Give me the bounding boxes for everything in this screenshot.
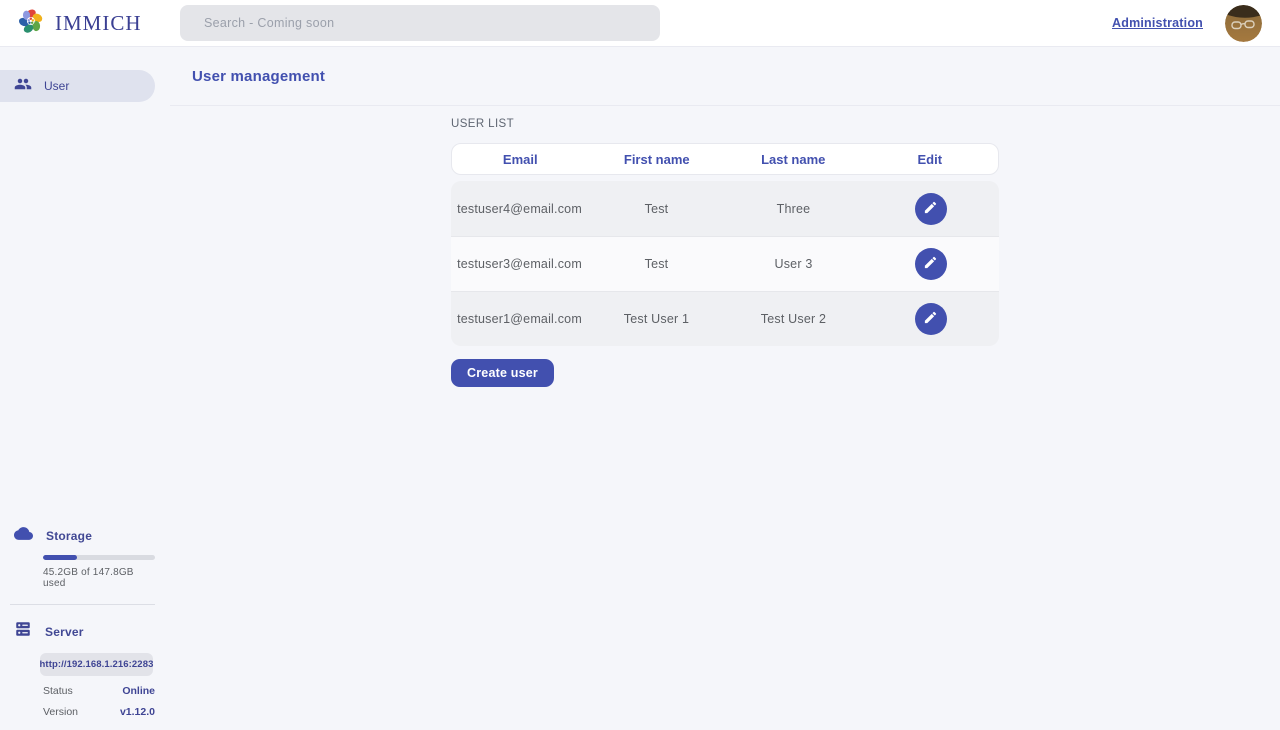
storage-title: Storage — [46, 529, 92, 543]
storage-progress-fill — [43, 555, 77, 560]
pencil-icon — [923, 200, 938, 218]
column-header-first-name: First name — [589, 152, 726, 167]
column-header-last-name: Last name — [725, 152, 862, 167]
pencil-icon — [923, 310, 938, 328]
edit-user-button[interactable] — [915, 193, 947, 225]
users-group-icon — [14, 75, 32, 98]
page-title-bar: User management — [170, 47, 1280, 106]
cell-email: testuser1@email.com — [451, 312, 588, 326]
user-table-header: Email First name Last name Edit — [451, 143, 999, 175]
pencil-icon — [923, 255, 938, 273]
edit-user-button[interactable] — [915, 248, 947, 280]
cell-last-name: User 3 — [725, 257, 862, 271]
server-status-label: Status — [43, 685, 73, 697]
column-header-email: Email — [452, 152, 589, 167]
table-row: testuser4@email.com Test Three — [451, 181, 999, 236]
server-version-label: Version — [43, 706, 78, 718]
main-panel: User management USER LIST Email First na… — [170, 47, 1280, 730]
sidebar-item-user[interactable]: User — [0, 70, 155, 102]
server-version-row: Version v1.12.0 — [43, 706, 155, 718]
cloud-icon — [14, 524, 33, 548]
top-right-actions: Administration — [1112, 5, 1264, 42]
server-status-value: Online — [122, 685, 155, 697]
immich-admin-app: IMMICH Administration — [0, 0, 1280, 730]
cell-last-name: Test User 2 — [725, 312, 862, 326]
column-header-edit: Edit — [862, 152, 999, 167]
brand: IMMICH — [16, 6, 180, 41]
server-dns-icon — [14, 620, 32, 643]
sidebar: User Storage 45.2GB of 147.8GB used — [0, 47, 170, 730]
edit-user-button[interactable] — [915, 303, 947, 335]
section-label: USER LIST — [451, 118, 999, 130]
cell-email: testuser3@email.com — [451, 257, 588, 271]
server-url-badge: http://192.168.1.216:2283 — [40, 653, 153, 676]
storage-section-header: Storage — [0, 524, 155, 548]
user-table-body: testuser4@email.com Test Three — [451, 181, 999, 346]
user-list-section: USER LIST Email First name Last name Edi… — [451, 106, 999, 387]
storage-progress-bar — [43, 555, 155, 560]
server-status-row: Status Online — [43, 685, 155, 697]
page-title: User management — [192, 68, 325, 85]
table-row: testuser3@email.com Test User 3 — [451, 236, 999, 291]
search-bar — [180, 5, 660, 41]
server-version-value: v1.12.0 — [120, 706, 155, 718]
cell-email: testuser4@email.com — [451, 202, 588, 216]
cell-first-name: Test User 1 — [588, 312, 725, 326]
storage-usage-text: 45.2GB of 147.8GB used — [43, 567, 155, 589]
sidebar-divider — [10, 604, 155, 605]
administration-link[interactable]: Administration — [1112, 16, 1203, 30]
create-user-button[interactable]: Create user — [451, 359, 554, 387]
content-area: User Storage 45.2GB of 147.8GB used — [0, 47, 1280, 730]
table-row: testuser1@email.com Test User 1 Test Use… — [451, 291, 999, 346]
immich-flower-logo-icon — [16, 6, 46, 41]
server-title: Server — [45, 625, 84, 639]
top-bar: IMMICH Administration — [0, 0, 1280, 47]
cell-last-name: Three — [725, 202, 862, 216]
server-section-header: Server — [0, 620, 155, 643]
cell-first-name: Test — [588, 202, 725, 216]
cell-first-name: Test — [588, 257, 725, 271]
app-title: IMMICH — [55, 11, 142, 36]
search-input[interactable] — [180, 5, 660, 41]
sidebar-item-user-label: User — [44, 79, 69, 93]
server-url: http://192.168.1.216:2283 — [40, 659, 154, 670]
user-avatar[interactable] — [1225, 5, 1262, 42]
sidebar-status-panel: Storage 45.2GB of 147.8GB used — [0, 524, 155, 718]
